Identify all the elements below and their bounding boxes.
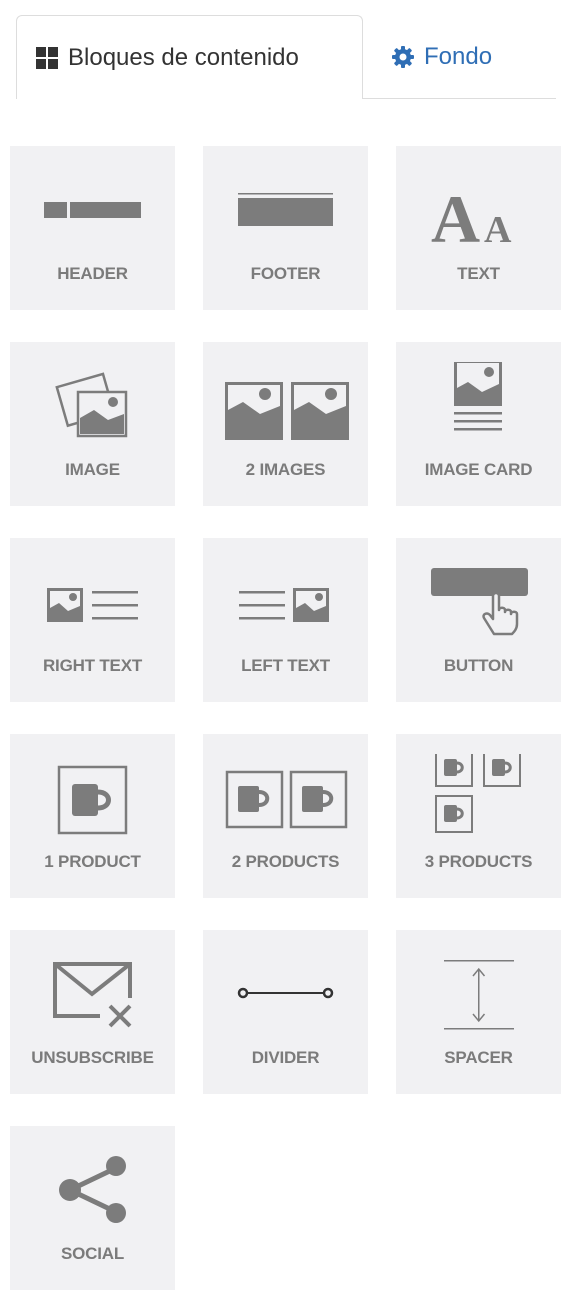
right-text-icon: [10, 558, 175, 644]
block-unsubscribe[interactable]: UNSUBSCRIBE: [10, 930, 175, 1094]
block-header[interactable]: HEADER: [10, 146, 175, 310]
tab-background[interactable]: Fondo: [363, 15, 523, 98]
block-right-text[interactable]: RIGHT TEXT: [10, 538, 175, 702]
image-icon: [10, 362, 175, 448]
three-products-icon: [396, 749, 561, 840]
block-right-text-label: RIGHT TEXT: [42, 656, 143, 675]
left-text-icon: [203, 558, 368, 644]
header-icon: [10, 166, 175, 252]
block-two-products-label: 2 PRODUCTS: [231, 852, 340, 871]
block-one-product[interactable]: 1 PRODUCT: [10, 734, 175, 898]
block-image[interactable]: IMAGE: [10, 342, 175, 506]
share-icon: [10, 1146, 175, 1232]
block-social-label: SOCIAL: [60, 1244, 125, 1263]
block-button[interactable]: BUTTON: [396, 538, 561, 702]
tab-background-label: Fondo: [424, 42, 493, 70]
text-icon: A A: [396, 166, 561, 257]
block-header-label: HEADER: [57, 264, 128, 283]
unsubscribe-icon: [10, 950, 175, 1036]
block-three-products[interactable]: 3 PRODUCTS: [396, 734, 561, 898]
block-footer-label: FOOTER: [250, 264, 321, 283]
block-spacer[interactable]: SPACER: [396, 930, 561, 1094]
tab-bar: Bloques de contenido Fondo: [16, 15, 556, 99]
spacer-icon: [396, 950, 561, 1036]
tab-bar-divider: [362, 98, 556, 99]
image-card-icon: [396, 360, 561, 448]
block-one-product-label: 1 PRODUCT: [44, 852, 141, 871]
block-spacer-label: SPACER: [444, 1048, 513, 1067]
gear-icon: [391, 45, 415, 69]
block-footer[interactable]: FOOTER: [203, 146, 368, 310]
block-left-text[interactable]: LEFT TEXT: [203, 538, 368, 702]
one-product-icon: [10, 754, 175, 840]
block-three-products-label: 3 PRODUCTS: [424, 852, 533, 871]
svg-text:A: A: [431, 181, 480, 252]
block-image-label: IMAGE: [65, 460, 120, 479]
block-image-card-label: IMAGE CARD: [424, 460, 533, 479]
two-images-icon: [203, 362, 368, 448]
grid-icon: [35, 46, 59, 70]
block-button-label: BUTTON: [443, 656, 514, 675]
block-divider[interactable]: DIVIDER: [203, 930, 368, 1094]
tab-content-blocks-label: Bloques de contenido: [68, 43, 299, 71]
two-products-icon: [203, 754, 368, 840]
block-divider-label: DIVIDER: [251, 1048, 320, 1067]
divider-icon: [203, 950, 368, 1036]
block-left-text-label: LEFT TEXT: [241, 656, 330, 675]
button-icon: [396, 558, 561, 644]
footer-icon: [203, 166, 368, 252]
block-text[interactable]: A A TEXT: [396, 146, 561, 310]
svg-text:A: A: [484, 209, 512, 251]
block-two-images-label: 2 IMAGES: [245, 460, 326, 479]
block-image-card[interactable]: IMAGE CARD: [396, 342, 561, 506]
block-social[interactable]: SOCIAL: [10, 1126, 175, 1290]
tab-content-blocks[interactable]: Bloques de contenido: [16, 15, 363, 99]
block-text-label: TEXT: [457, 264, 500, 283]
block-two-images[interactable]: 2 IMAGES: [203, 342, 368, 506]
block-two-products[interactable]: 2 PRODUCTS: [203, 734, 368, 898]
block-unsubscribe-label: UNSUBSCRIBE: [31, 1048, 154, 1067]
